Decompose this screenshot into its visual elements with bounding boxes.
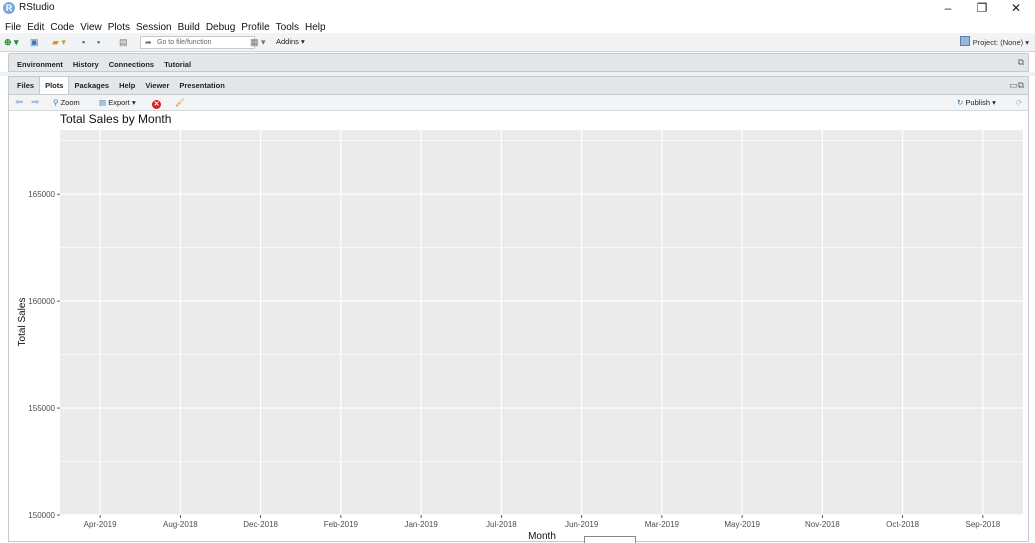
x-tick-label: Sep-2018 bbox=[966, 520, 1001, 529]
y-tick-label: 160000 bbox=[28, 297, 55, 306]
x-tick-label: Nov-2018 bbox=[805, 520, 840, 529]
sales-chart: Total Sales by Month 1500001550001600001… bbox=[17, 112, 1023, 540]
x-tick-label: Jul-2018 bbox=[486, 520, 517, 529]
x-tick-label: Feb-2019 bbox=[324, 520, 359, 529]
y-tick-label: 150000 bbox=[28, 511, 55, 520]
x-tick-label: May-2019 bbox=[724, 520, 760, 529]
x-tick-label: Jan-2019 bbox=[404, 520, 438, 529]
y-tick-label: 155000 bbox=[28, 404, 55, 413]
x-tick-label: Dec-2018 bbox=[243, 520, 278, 529]
y-axis-ticks: 150000 155000 160000 165000 bbox=[28, 190, 60, 520]
x-tick-label: Mar-2019 bbox=[645, 520, 680, 529]
x-axis-label: Month bbox=[528, 531, 556, 540]
x-axis-ticks: Apr-2019 Aug-2018 Dec-2018 Feb-2019 Jan-2019… bbox=[84, 515, 1001, 529]
x-tick-label: Aug-2018 bbox=[163, 520, 198, 529]
x-tick-label: Oct-2018 bbox=[886, 520, 919, 529]
y-axis-label: Total Sales bbox=[17, 298, 28, 347]
x-tick-label: Apr-2019 bbox=[84, 520, 117, 529]
plot-panel bbox=[60, 130, 1023, 515]
x-tick-label: Jun-2019 bbox=[565, 520, 599, 529]
y-tick-label: 165000 bbox=[28, 190, 55, 199]
chart-title: Total Sales by Month bbox=[60, 112, 171, 126]
